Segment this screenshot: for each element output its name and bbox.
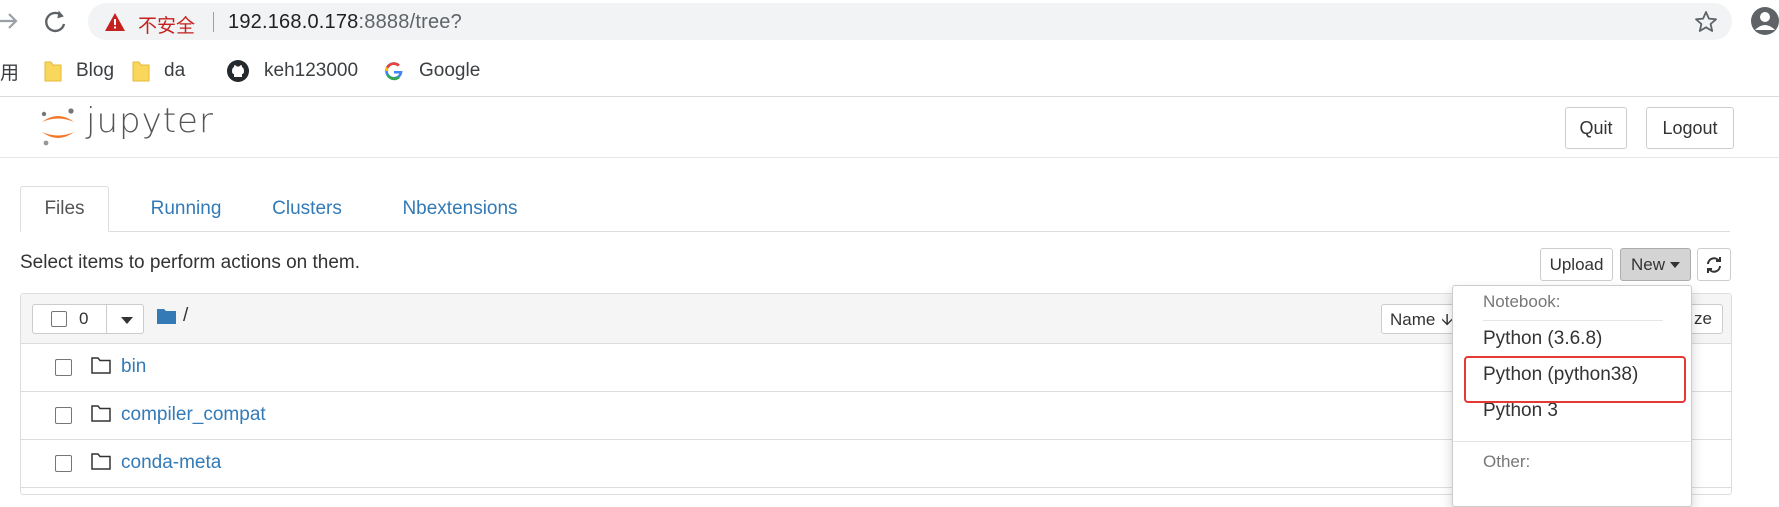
tab-files[interactable]: Files xyxy=(20,186,109,232)
file-name-link[interactable]: conda-meta xyxy=(121,452,221,474)
row-checkbox[interactable] xyxy=(55,455,72,472)
folder-outline-icon xyxy=(91,453,111,470)
highlight-annotation xyxy=(1464,356,1686,403)
file-name-link[interactable]: bin xyxy=(121,356,146,378)
profile-avatar-icon[interactable] xyxy=(1750,6,1779,36)
toolbar-hint: Select items to perform actions on them. xyxy=(20,252,361,273)
bookmark-apps[interactable]: 用 xyxy=(0,58,19,84)
sort-name-label: Name xyxy=(1390,310,1436,329)
folder-outline-icon xyxy=(91,357,111,374)
github-icon xyxy=(227,60,249,82)
bookmark-label: da xyxy=(164,60,186,81)
file-name-link[interactable]: compiler_compat xyxy=(121,404,266,426)
omnibox-divider xyxy=(213,12,214,32)
bookmark-da[interactable]: da xyxy=(132,58,185,84)
breadcrumb[interactable]: / xyxy=(183,305,188,327)
bookmark-star-icon[interactable] xyxy=(1694,10,1718,34)
folder-icon xyxy=(132,61,150,82)
new-button-label: New xyxy=(1630,254,1665,274)
tab-nbextensions[interactable]: Nbextensions xyxy=(380,186,540,231)
reload-icon[interactable] xyxy=(40,7,70,37)
menu-header-other: Other: xyxy=(1483,452,1531,471)
tab-running[interactable]: Running xyxy=(136,186,236,231)
url-text[interactable]: 192.168.0.178:8888/tree? xyxy=(228,11,462,34)
jupyter-logo-icon[interactable] xyxy=(38,105,78,149)
bookmark-label: 用 xyxy=(0,62,20,84)
tab-clusters[interactable]: Clusters xyxy=(254,186,360,231)
forward-arrow-icon[interactable] xyxy=(0,8,20,34)
security-label[interactable]: 不安全 xyxy=(138,11,195,38)
jupyter-logo-text[interactable]: jupyter xyxy=(86,101,214,141)
menu-divider xyxy=(1483,320,1663,321)
menu-item-python-368[interactable]: Python (3.6.8) xyxy=(1483,328,1602,350)
folder-outline-icon xyxy=(91,405,111,422)
menu-item-python3[interactable]: Python 3 xyxy=(1483,400,1558,422)
bookmarks-bar: 用 Blog da keh123000 Google xyxy=(0,48,1779,94)
quit-button[interactable]: Quit xyxy=(1565,107,1627,149)
row-checkbox[interactable] xyxy=(55,359,72,376)
caret-down-icon xyxy=(1670,261,1680,268)
menu-divider xyxy=(1453,441,1691,442)
jupyter-header: jupyter Quit Logout xyxy=(0,97,1779,158)
select-dropdown-caret-icon[interactable] xyxy=(121,317,133,324)
bookmark-label: Google xyxy=(419,60,481,81)
url-path: :8888/tree? xyxy=(358,11,462,33)
tab-bar: Files Running Clusters Nbextensions xyxy=(20,186,1730,232)
new-dropdown-menu: Notebook: Python (3.6.8) Python (python3… xyxy=(1452,285,1692,507)
row-checkbox[interactable] xyxy=(55,407,72,424)
google-icon xyxy=(385,62,403,81)
upload-button[interactable]: Upload xyxy=(1540,248,1613,281)
bookmark-label: Blog xyxy=(76,60,115,81)
menu-header-notebook: Notebook: xyxy=(1483,292,1561,311)
address-bar[interactable]: 不安全 192.168.0.178:8888/tree? xyxy=(88,3,1732,40)
bookmark-blog[interactable]: Blog xyxy=(44,58,114,84)
sort-by-name-button[interactable]: Name 🡫 xyxy=(1381,304,1461,334)
warning-icon xyxy=(105,13,125,31)
bookmark-google[interactable]: Google xyxy=(383,58,480,84)
folder-icon xyxy=(44,61,62,82)
select-all-checkbox[interactable] xyxy=(51,311,67,327)
new-button[interactable]: New xyxy=(1620,248,1691,281)
bookmark-label: keh123000 xyxy=(264,60,359,81)
refresh-icon xyxy=(1707,256,1721,273)
bookmark-github[interactable]: keh123000 xyxy=(226,58,358,84)
logout-button[interactable]: Logout xyxy=(1646,107,1734,149)
refresh-button[interactable] xyxy=(1697,248,1731,281)
selected-count: 0 xyxy=(79,309,89,328)
select-all-group[interactable]: 0 xyxy=(32,304,144,334)
select-divider xyxy=(106,305,107,333)
browser-toolbar: 不安全 192.168.0.178:8888/tree? xyxy=(0,0,1779,43)
folder-icon[interactable] xyxy=(157,308,176,324)
url-host: 192.168.0.178 xyxy=(228,11,359,33)
